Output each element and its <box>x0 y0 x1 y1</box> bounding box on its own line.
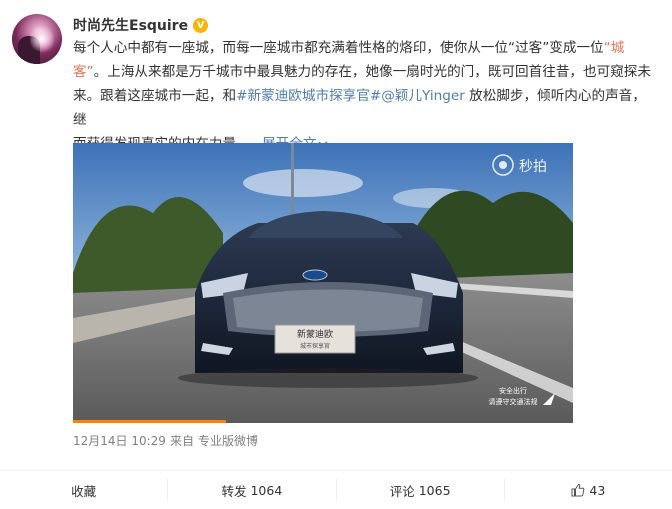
post-text-highlight: 客” <box>73 64 94 80</box>
repost-count: 1064 <box>250 482 283 498</box>
post-text: 每个人心中都有一座城，而每一座城市都充满着性格的烙印，使你从一位“过客”变成一位… <box>73 36 658 156</box>
post-text-line-1: 每个人心中都有一座城，而每一座城市都充满着性格的烙印，使你从一位“过客”变成一位… <box>73 36 658 60</box>
verified-badge-icon[interactable]: V <box>193 17 209 33</box>
action-bar: 收藏 转发 1064 评论 1065 43 <box>0 470 672 509</box>
post-text-segment: 。上海从来都是万千城市中最具魅力的存在，她像一扇时光的门，既可回首往昔，也可窥探… <box>93 64 651 80</box>
like-button[interactable]: 43 <box>505 479 672 501</box>
weibo-post-card: 时尚先生Esquire V 每个人心中都有一座城，而每一座城市都充满着性格的烙印… <box>0 0 672 509</box>
comment-count: 1065 <box>418 482 451 498</box>
favorite-button[interactable]: 收藏 <box>0 479 169 501</box>
source-prefix: 来自 <box>169 434 194 448</box>
safety-notice-line-2: 请遵守交通法规 <box>489 397 538 406</box>
comment-label: 评论 <box>389 483 415 499</box>
favorite-label: 收藏 <box>71 483 97 499</box>
avatar[interactable] <box>12 14 62 64</box>
video-thumbnail[interactable]: 新蒙迪欧 城市探享官 秒拍 安全出行 请遵守交通法规 <box>73 143 573 423</box>
post-timestamp[interactable]: 12月14日 10:29 <box>73 432 166 449</box>
avatar-glow <box>30 24 54 54</box>
like-count: 43 <box>589 482 606 498</box>
repost-button[interactable]: 转发 1064 <box>168 479 337 501</box>
post-text-segment: 来。跟着这座城市一起，和 <box>73 88 237 104</box>
video-watermark: 秒拍 <box>519 158 547 174</box>
safety-notice-line-1: 安全出行 <box>499 386 527 395</box>
hashtag-link[interactable]: #新蒙迪欧城市探享官# <box>236 88 381 104</box>
comment-button[interactable]: 评论 1065 <box>337 479 505 501</box>
plate-line-2: 城市探享官 <box>300 342 330 350</box>
video-frame: 新蒙迪欧 城市探享官 秒拍 安全出行 请遵守交通法规 <box>73 143 573 423</box>
post-text-line-2: 客”。上海从来都是万千城市中最具魅力的存在，她像一扇时光的门，既可回首往昔，也可… <box>73 60 658 84</box>
post-text-segment: 每个人心中都有一座城，而每一座城市都充满着性格的烙印，使你从一位“过客”变成一位 <box>73 40 604 56</box>
plate-line-1: 新蒙迪欧 <box>297 328 333 339</box>
video-progress-bar <box>73 420 226 423</box>
post-text-highlight: “城 <box>603 40 625 56</box>
repost-label: 转发 <box>221 483 247 499</box>
mention-link[interactable]: @颖儿Yinger <box>381 88 465 104</box>
author-row: 时尚先生Esquire V <box>73 14 209 36</box>
post-source[interactable]: 专业版微博 <box>198 432 258 449</box>
author-name[interactable]: 时尚先生Esquire <box>73 15 188 35</box>
thumbs-up-icon <box>571 483 585 497</box>
post-text-line-3: 来。跟着这座城市一起，和#新蒙迪欧城市探享官#@颖儿Yinger 放松脚步，倾听… <box>73 84 658 132</box>
post-meta: 12月14日 10:29 来自 专业版微博 <box>73 432 262 449</box>
